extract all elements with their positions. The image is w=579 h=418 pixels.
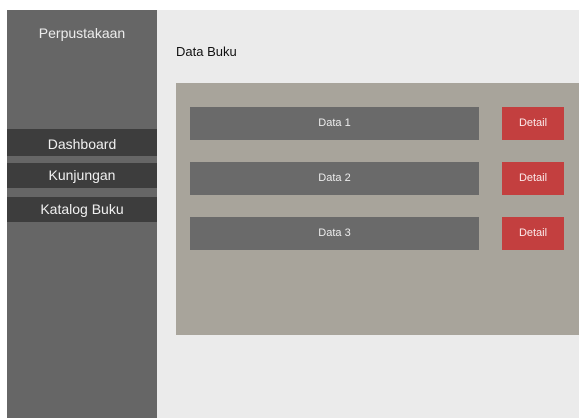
app-window: Perpustakaan Dashboard Kunjungan Katalog… bbox=[0, 0, 579, 418]
app-title: Perpustakaan bbox=[38, 25, 126, 41]
sidebar-item-katalog-buku[interactable]: Katalog Buku bbox=[7, 197, 157, 222]
detail-button-1[interactable]: Detail bbox=[502, 107, 564, 140]
detail-button-2[interactable]: Detail bbox=[502, 162, 564, 195]
detail-button-3[interactable]: Detail bbox=[502, 217, 564, 250]
sidebar: Perpustakaan Dashboard Kunjungan Katalog… bbox=[7, 10, 157, 418]
page-title: Data Buku bbox=[176, 44, 237, 59]
main-content: Data Buku Data 1 Detail Data 2 Detail Da… bbox=[157, 10, 579, 418]
data-row-2[interactable]: Data 2 bbox=[190, 162, 479, 195]
data-panel: Data 1 Detail Data 2 Detail Data 3 Detai… bbox=[176, 83, 579, 335]
sidebar-item-dashboard[interactable]: Dashboard bbox=[7, 129, 157, 156]
sidebar-item-kunjungan[interactable]: Kunjungan bbox=[7, 163, 157, 188]
data-row-1[interactable]: Data 1 bbox=[190, 107, 479, 140]
data-row-3[interactable]: Data 3 bbox=[190, 217, 479, 250]
